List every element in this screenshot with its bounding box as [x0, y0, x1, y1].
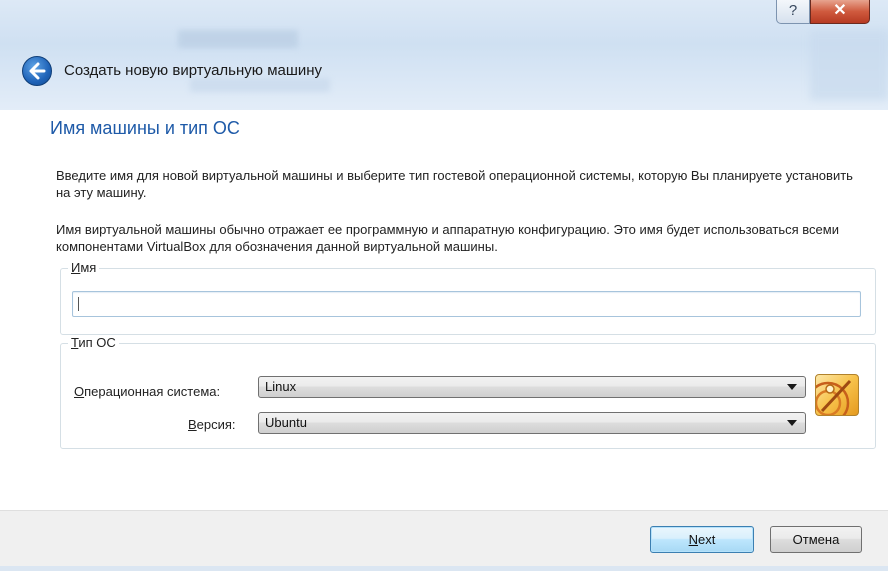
description-text: Имя виртуальной машины обычно отражает е… [56, 222, 839, 254]
os-type-group-legend: Тип ОС [68, 335, 119, 350]
help-button[interactable]: ? [776, 0, 810, 24]
next-button[interactable]: Next [650, 526, 754, 553]
background-blur [190, 78, 330, 92]
version-select-value: Ubuntu [265, 415, 307, 430]
description-text: Введите имя для новой виртуальной машины… [56, 168, 853, 200]
label-text: перационная система: [84, 384, 221, 399]
label-text: ерсия: [196, 417, 236, 432]
background-blur [810, 30, 888, 100]
mnemonic: О [74, 384, 85, 399]
vm-name-input[interactable] [72, 291, 861, 317]
os-select-value: Linux [265, 379, 297, 394]
window-bottom-edge [0, 566, 888, 571]
wizard-window: ? ✕ Создать новую виртуальную машину Имя… [0, 0, 888, 571]
legend-text: ип ОС [78, 335, 116, 350]
button-bar [0, 510, 888, 571]
title-bar [0, 0, 888, 110]
version-select[interactable]: Ubuntu [258, 412, 806, 434]
dropdown-arrow-icon [787, 420, 797, 426]
mnemonic: В [188, 417, 197, 432]
cancel-button[interactable]: Отмена [770, 526, 862, 553]
background-blur [178, 30, 298, 48]
os-select[interactable]: Linux [258, 376, 806, 398]
mnemonic: И [71, 260, 81, 275]
text-caret [78, 297, 79, 311]
legend-text: мя [80, 260, 97, 275]
wizard-title: Создать новую виртуальную машину [64, 62, 323, 79]
button-label: ext [698, 532, 716, 547]
linux-os-icon [815, 374, 859, 416]
version-label: Версия: [188, 417, 236, 432]
dropdown-arrow-icon [787, 384, 797, 390]
mnemonic: N [688, 532, 699, 547]
page-heading: Имя машины и тип ОС [50, 118, 240, 138]
close-button[interactable]: ✕ [810, 0, 870, 24]
name-group-legend: Имя [68, 260, 100, 275]
os-label: Операционная система: [74, 384, 220, 399]
back-arrow-icon[interactable] [22, 56, 52, 86]
